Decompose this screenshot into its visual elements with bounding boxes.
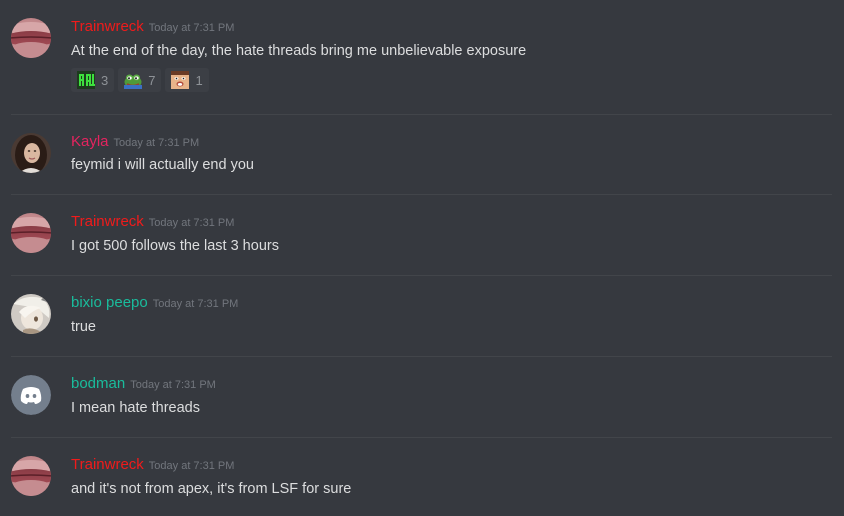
user-avatar[interactable] [11,294,51,334]
user-avatar[interactable] [11,213,51,253]
pepe-frog-emoji [124,74,143,89]
timestamp: Today at 7:31 PM [148,217,235,229]
reaction-count: 7 [148,72,156,88]
green-text-emoji [77,71,95,89]
reaction[interactable]: 3 [71,68,115,92]
timestamp: Today at 7:31 PM [113,137,200,149]
username[interactable]: Kayla [71,133,109,150]
user-avatar[interactable] [11,133,51,173]
anime-avatar [11,294,51,334]
user-avatar[interactable] [11,456,51,496]
message-text: and it's not from apex, it's from LSF fo… [71,481,352,497]
timestamp: Today at 7:31 PM [148,460,235,472]
message: Kayla Today at 7:31 PM feymid i will actu… [0,115,844,195]
chat-messages: Trainwreck Today at 7:31 PM At the end of… [0,0,844,516]
message: Trainwreck Today at 7:31 PM At the end of… [0,0,844,115]
message-header: bixio peepo Today at 7:31 PM [71,293,238,314]
lips-avatar [11,456,51,496]
lips-avatar [11,213,51,253]
message: bixio peepo Today at 7:31 PM true [0,276,844,356]
username[interactable]: Trainwreck [71,456,144,473]
message-header: Trainwreck Today at 7:31 PM [71,455,234,476]
username[interactable]: bodman [71,375,125,392]
reactions: 3 7 1 [71,68,209,92]
message-header: Trainwreck Today at 7:31 PM [71,212,234,233]
message-text: At the end of the day, the hate threads … [71,43,527,59]
photo-avatar [11,133,51,173]
message-header: Trainwreck Today at 7:31 PM [71,17,234,38]
lips-avatar [11,18,51,58]
message: Trainwreck Today at 7:31 PM and it's not … [0,438,844,516]
message-header: Kayla Today at 7:31 PM [71,132,199,153]
message-header: bodman Today at 7:31 PM [71,374,216,395]
message-text: true [71,319,96,335]
username[interactable]: bixio peepo [71,294,148,311]
message-text: feymid i will actually end you [71,157,254,173]
timestamp: Today at 7:31 PM [148,22,235,34]
message-text: I got 500 follows the last 3 hours [71,238,279,254]
timestamp: Today at 7:31 PM [130,379,216,391]
username[interactable]: Trainwreck [71,213,144,230]
discord-logo-avatar [11,375,51,415]
message: bodman Today at 7:31 PM I mean hate threa… [0,357,844,437]
face-emoji [171,71,190,89]
reaction-count: 3 [101,72,109,88]
username[interactable]: Trainwreck [71,18,144,35]
reaction-count: 1 [195,72,203,88]
reaction[interactable]: 1 [165,68,209,92]
user-avatar[interactable] [11,375,51,415]
timestamp: Today at 7:31 PM [152,298,239,310]
reaction[interactable]: 7 [118,68,162,92]
message-text: I mean hate threads [71,400,200,416]
user-avatar[interactable] [11,18,51,58]
message: Trainwreck Today at 7:31 PM I got 500 fol… [0,195,844,275]
